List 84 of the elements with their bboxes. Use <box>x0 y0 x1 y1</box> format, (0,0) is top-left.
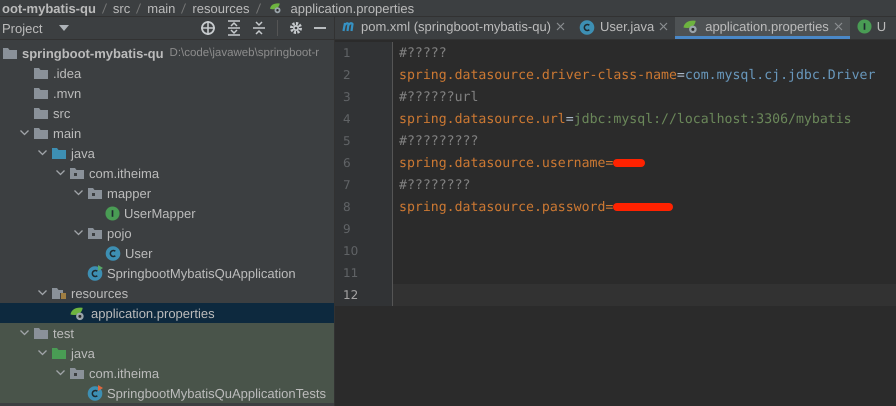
folder-icon <box>33 86 49 100</box>
crosshair-icon[interactable] <box>200 20 216 36</box>
chevron-icon[interactable] <box>20 330 29 336</box>
breadcrumb-item[interactable]: oot-mybatis-qu <box>2 0 96 16</box>
code-text: #???????? <box>399 178 470 192</box>
code-text: = <box>676 68 685 82</box>
chevron-icon[interactable] <box>38 350 47 356</box>
chevron-icon[interactable] <box>20 130 29 136</box>
tree-item[interactable]: src <box>0 103 334 123</box>
tree-item[interactable]: com.itheima <box>0 163 334 183</box>
redaction-scribble <box>613 202 674 212</box>
editor-tab[interactable]: U <box>850 17 894 39</box>
tree-item[interactable]: resources <box>0 283 334 303</box>
settings-icon[interactable] <box>289 21 303 35</box>
editor-tab[interactable]: User.java <box>572 17 676 39</box>
chevron-icon[interactable] <box>38 290 47 296</box>
breadcrumb-item[interactable]: main <box>147 0 176 16</box>
tree-item[interactable]: UserMapper <box>0 203 334 223</box>
tree-item[interactable]: application.properties <box>0 303 334 323</box>
package-folder-icon <box>87 226 103 240</box>
tree-item[interactable]: pojo <box>0 223 334 243</box>
expand-all-icon[interactable] <box>227 20 241 36</box>
class-icon <box>87 385 103 401</box>
redaction-scribble <box>613 158 646 168</box>
maven-icon <box>342 21 356 32</box>
folder-icon <box>51 346 67 360</box>
tree-item[interactable]: com.itheima <box>0 363 334 383</box>
folder-icon <box>33 66 49 80</box>
editor-tab[interactable]: application.properties <box>675 17 850 39</box>
chevron-icon[interactable] <box>74 230 83 236</box>
tree-item[interactable]: java <box>0 343 334 363</box>
folder-icon <box>33 106 49 120</box>
tree-item[interactable]: .idea <box>0 63 334 83</box>
breadcrumb-item[interactable]: src <box>112 0 130 16</box>
tree-item[interactable]: SpringbootMybatisQuApplication <box>0 263 334 283</box>
package-folder-icon <box>69 366 85 380</box>
tree-item[interactable]: mapper <box>0 183 334 203</box>
tree-item[interactable]: springboot-mybatis-qu D:\code\javaweb\springboot-r <box>0 43 334 63</box>
tree-item[interactable]: test <box>0 323 334 343</box>
package-folder-icon <box>69 166 85 180</box>
interface-icon <box>105 206 120 220</box>
breadcrumb-separator <box>136 2 142 14</box>
class-icon <box>87 265 103 281</box>
code-text: spring.datasource.driver-class-name <box>399 68 677 82</box>
tree-item[interactable]: User <box>0 243 334 263</box>
close-icon[interactable] <box>834 22 843 31</box>
close-icon[interactable] <box>659 22 668 31</box>
folder-icon <box>2 46 18 60</box>
tree-item[interactable]: SpringbootMybatisQuApplicationTests <box>0 383 334 403</box>
class-icon <box>579 18 596 34</box>
folder-icon <box>33 126 49 140</box>
code-text: #????? <box>399 46 447 60</box>
project-path: D:\code\javaweb\springboot-r <box>170 47 320 59</box>
folder-icon <box>51 146 67 160</box>
breadcrumb-separator <box>102 2 107 14</box>
chevron-icon[interactable] <box>38 150 47 156</box>
tree-item[interactable]: main <box>0 123 334 143</box>
chevron-icon[interactable] <box>56 170 65 176</box>
editor-tab[interactable]: pom.xml (springboot-mybatis-qu) <box>335 17 572 39</box>
code-text: spring.datasource.url <box>399 112 566 126</box>
interface-icon <box>856 19 872 34</box>
collapse-all-icon[interactable] <box>252 20 266 36</box>
resources-folder-icon <box>51 286 67 300</box>
breadcrumb-item[interactable]: application.properties <box>290 0 414 16</box>
code-text: spring.datasource.username= <box>399 156 614 170</box>
code-text: #????????? <box>399 134 478 148</box>
tree-item[interactable]: java <box>0 143 334 163</box>
code-text: #??????url <box>399 90 478 104</box>
dropdown-caret-icon <box>59 25 70 31</box>
breadcrumb-separator <box>256 2 260 14</box>
code-text: spring.datasource.password= <box>399 200 614 214</box>
breadcrumb-separator <box>181 2 186 14</box>
class-icon <box>105 245 121 261</box>
close-icon[interactable] <box>556 22 566 31</box>
project-view-dropdown[interactable]: Project <box>0 20 42 36</box>
code-text: = <box>566 112 574 126</box>
code-text: jdbc:mysql://localhost:3306/mybatis <box>574 112 852 126</box>
package-folder-icon <box>87 186 103 200</box>
folder-icon <box>33 326 49 340</box>
tree-item[interactable]: .mvn <box>0 83 334 103</box>
chevron-icon[interactable] <box>74 190 83 196</box>
chevron-icon[interactable] <box>56 370 65 376</box>
breadcrumb-item[interactable]: resources <box>192 0 250 16</box>
code-text: com.mysql.cj.jdbc.Driver <box>684 68 876 82</box>
